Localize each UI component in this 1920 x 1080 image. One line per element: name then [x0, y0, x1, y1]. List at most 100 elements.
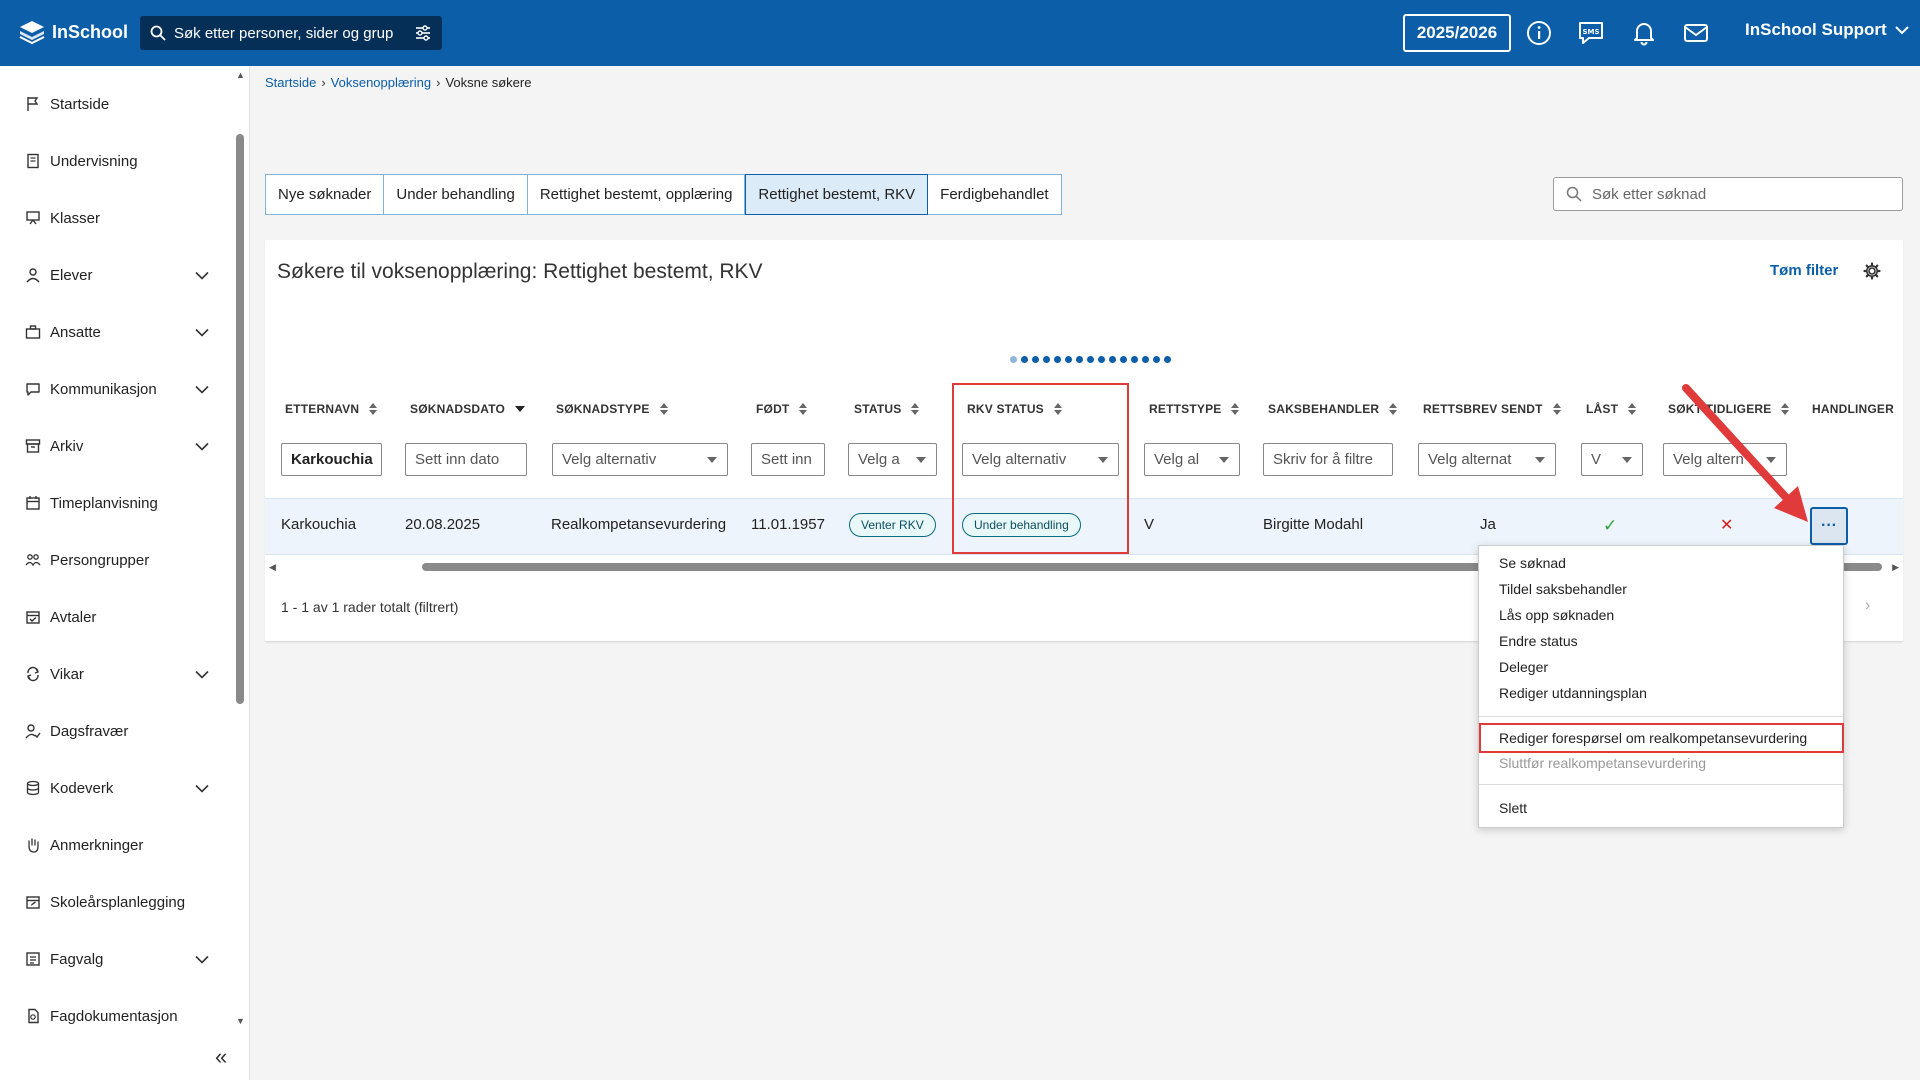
filter-fodt[interactable]: Sett inn	[751, 443, 825, 476]
board-icon	[25, 210, 41, 226]
sort-descending-icon	[515, 406, 526, 412]
column-header-status[interactable]: STATUS	[854, 402, 920, 416]
sidebar-item-dagsfravær[interactable]: Dagsfravær	[0, 711, 230, 751]
sidebar-item-kodeverk[interactable]: Kodeverk	[0, 768, 230, 808]
sidebar-item-label: Undervisning	[50, 152, 138, 170]
sidebar-item-label: Ansatte	[50, 323, 101, 341]
sidebar-scroll-up[interactable]: ▲	[236, 70, 245, 80]
sms-icon[interactable]: SMS	[1576, 18, 1606, 48]
sidebar-item-label: Timeplanvisning	[50, 494, 158, 512]
chevron-down-icon	[1894, 26, 1909, 35]
app-logo[interactable]: InSchool	[18, 18, 128, 46]
top-bar: InSchool 2025/2026 SMS InSchool Support	[0, 0, 1920, 66]
tab-ferdigbehandlet[interactable]: Ferdigbehandlet	[928, 174, 1062, 215]
sidebar-item-skoleårsplanlegging[interactable]: Skoleårsplanlegging	[0, 882, 230, 922]
menu-separator	[1479, 784, 1843, 785]
check-icon: ✓	[1603, 516, 1618, 535]
sidebar-item-startside[interactable]: Startside	[0, 84, 230, 124]
column-header-etternavn[interactable]: ETTERNAVN	[285, 402, 378, 416]
column-header-last[interactable]: LÅST	[1586, 402, 1637, 416]
application-search[interactable]	[1553, 177, 1903, 211]
sidebar-item-persongrupper[interactable]: Persongrupper	[0, 540, 230, 580]
menu-item-endre-status[interactable]: Endre status	[1499, 633, 1578, 649]
sidebar-item-label: Startside	[50, 95, 110, 113]
mail-icon[interactable]	[1681, 18, 1711, 48]
column-header-fodt[interactable]: FØDT	[756, 402, 808, 416]
menu-item-tildel-saksbehandler[interactable]: Tildel saksbehandler	[1499, 581, 1627, 597]
dropdown-arrow-icon	[1219, 457, 1229, 463]
chevron-down-icon[interactable]	[195, 381, 209, 398]
sort-icon	[1552, 403, 1561, 415]
chevron-down-icon[interactable]	[195, 324, 209, 341]
scroll-right-icon[interactable]: ▶	[1892, 562, 1899, 573]
sidebar-item-timeplanvisning[interactable]: Timeplanvisning	[0, 483, 230, 523]
column-header-saksbehandler[interactable]: SAKSBEHANDLER	[1268, 402, 1398, 416]
sidebar-item-arkiv[interactable]: Arkiv	[0, 426, 230, 466]
sidebar-scroll-down[interactable]: ▼	[236, 1016, 245, 1026]
sidebar-item-label: Dagsfravær	[50, 722, 129, 740]
sidebar-item-elever[interactable]: Elever	[0, 255, 230, 295]
column-header-soknadsdato[interactable]: SØKNADSDATO	[410, 402, 526, 416]
tab-nye-soknader[interactable]: Nye søknader	[265, 174, 385, 215]
column-header-rettstype[interactable]: RETTSTYPE	[1149, 402, 1240, 416]
column-header-label: STATUS	[854, 402, 902, 416]
filter-settings-icon[interactable]	[414, 24, 432, 42]
collapse-sidebar-icon[interactable]: «	[215, 1044, 227, 1070]
sidebar-item-fagvalg[interactable]: Fagvalg	[0, 939, 230, 979]
column-header-rettsbrev-sendt[interactable]: RETTSBREV SENDT	[1423, 402, 1561, 416]
chevron-down-icon[interactable]	[195, 267, 209, 284]
sidebar-item-kommunikasjon[interactable]: Kommunikasjon	[0, 369, 230, 409]
sidebar-item-ansatte[interactable]: Ansatte	[0, 312, 230, 352]
sidebar-item-fagdokumentasjon[interactable]: Fagdokumentasjon	[0, 996, 230, 1036]
sidebar-scrollbar[interactable]	[236, 134, 244, 704]
filter-last[interactable]: V	[1581, 443, 1643, 476]
tab-rettighet-rkv[interactable]: Rettighet bestemt, RKV	[745, 174, 929, 215]
filter-soknadstype[interactable]: Velg alternativ	[552, 443, 728, 476]
filter-soknadsdato[interactable]: Sett inn dato	[405, 443, 527, 476]
global-search-input[interactable]	[174, 24, 394, 42]
tab-rettighet-opplaering[interactable]: Rettighet bestemt, opplæring	[527, 174, 746, 215]
column-header-soknadstype[interactable]: SØKNADSTYPE	[556, 402, 668, 416]
student-icon	[25, 267, 41, 283]
breadcrumb-home[interactable]: Startside	[265, 75, 316, 90]
info-icon[interactable]	[1524, 18, 1554, 48]
menu-item-slett[interactable]: Slett	[1499, 800, 1527, 816]
user-menu[interactable]: InSchool Support	[1745, 20, 1909, 40]
school-year-button[interactable]: 2025/2026	[1403, 14, 1511, 52]
menu-item-rediger-utdanningsplan[interactable]: Rediger utdanningsplan	[1499, 685, 1647, 701]
dropdown-arrow-icon	[707, 457, 717, 463]
chevron-down-icon[interactable]	[195, 951, 209, 968]
status-tabs: Nye søknader Under behandling Rettighet …	[265, 174, 1062, 215]
column-header-label: SØKNADSDATO	[410, 402, 506, 416]
global-search[interactable]	[140, 16, 442, 50]
pager-next-icon[interactable]: ›	[1865, 597, 1870, 615]
sidebar-item-label: Fagvalg	[50, 950, 104, 968]
menu-item-deleger[interactable]: Deleger	[1499, 659, 1548, 675]
filter-rettstype-value: Velg al	[1154, 451, 1200, 468]
chevron-down-icon[interactable]	[195, 666, 209, 683]
menu-item-se-soknad[interactable]: Se søknad	[1499, 555, 1566, 571]
application-search-input[interactable]	[1592, 185, 1882, 203]
column-header-label: SØKNADSTYPE	[556, 402, 650, 416]
filter-saksbehandler[interactable]: Skriv for å filtre	[1263, 443, 1393, 476]
sidebar-item-avtaler[interactable]: Avtaler	[0, 597, 230, 637]
chevron-down-icon[interactable]	[195, 438, 209, 455]
sidebar-item-undervisning[interactable]: Undervisning	[0, 141, 230, 181]
filter-status[interactable]: Velg a	[848, 443, 937, 476]
gear-icon[interactable]	[1863, 262, 1881, 280]
sidebar-item-vikar[interactable]: Vikar	[0, 654, 230, 694]
column-header-label: RETTSBREV SENDT	[1423, 402, 1543, 416]
logo-icon	[19, 21, 45, 45]
tab-under-behandling[interactable]: Under behandling	[384, 174, 528, 215]
sidebar-item-klasser[interactable]: Klasser	[0, 198, 230, 238]
filter-rettstype[interactable]: Velg al	[1144, 443, 1240, 476]
scroll-left-icon[interactable]: ◀	[269, 562, 276, 573]
filter-etternavn[interactable]: Karkouchia	[281, 443, 382, 476]
sidebar-item-anmerkninger[interactable]: Anmerkninger	[0, 825, 230, 865]
bell-icon[interactable]	[1629, 18, 1659, 48]
breadcrumb-parent[interactable]: Voksenopplæring	[331, 75, 431, 90]
chevron-down-icon[interactable]	[195, 780, 209, 797]
filter-rettsbrev-sendt[interactable]: Velg alternat	[1418, 443, 1556, 476]
clear-filter-link[interactable]: Tøm filter	[1770, 262, 1838, 279]
menu-item-las-opp-soknaden[interactable]: Lås opp søknaden	[1499, 607, 1614, 623]
